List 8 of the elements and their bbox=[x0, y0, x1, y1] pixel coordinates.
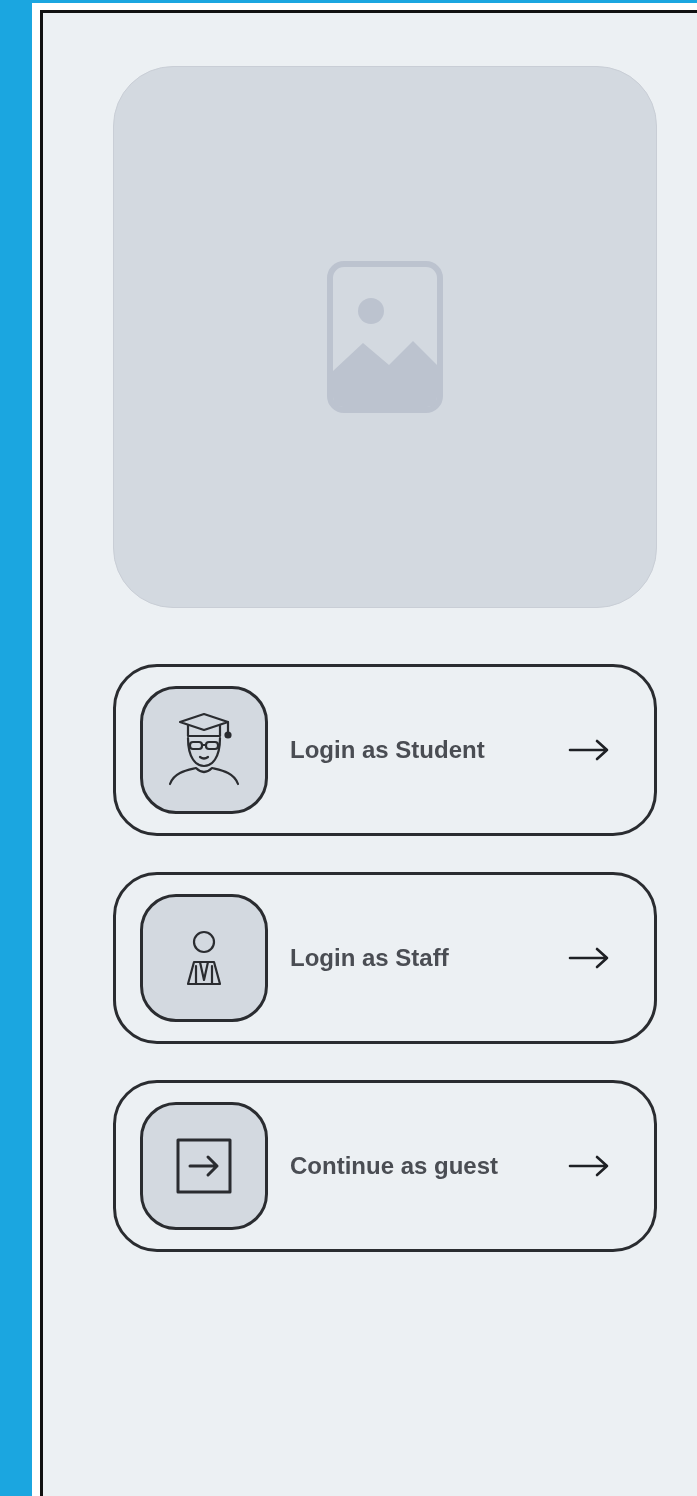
arrow-right-icon bbox=[568, 947, 610, 969]
option-button[interactable]: Continue as guest bbox=[113, 1080, 657, 1252]
arrow-right-icon bbox=[568, 739, 610, 761]
image-icon bbox=[327, 261, 443, 413]
option-button[interactable]: Login as Student bbox=[113, 664, 657, 836]
option-button[interactable]: Login as Staff bbox=[113, 872, 657, 1044]
arrow-right-icon bbox=[568, 1155, 610, 1177]
enter-icon bbox=[175, 1137, 233, 1195]
